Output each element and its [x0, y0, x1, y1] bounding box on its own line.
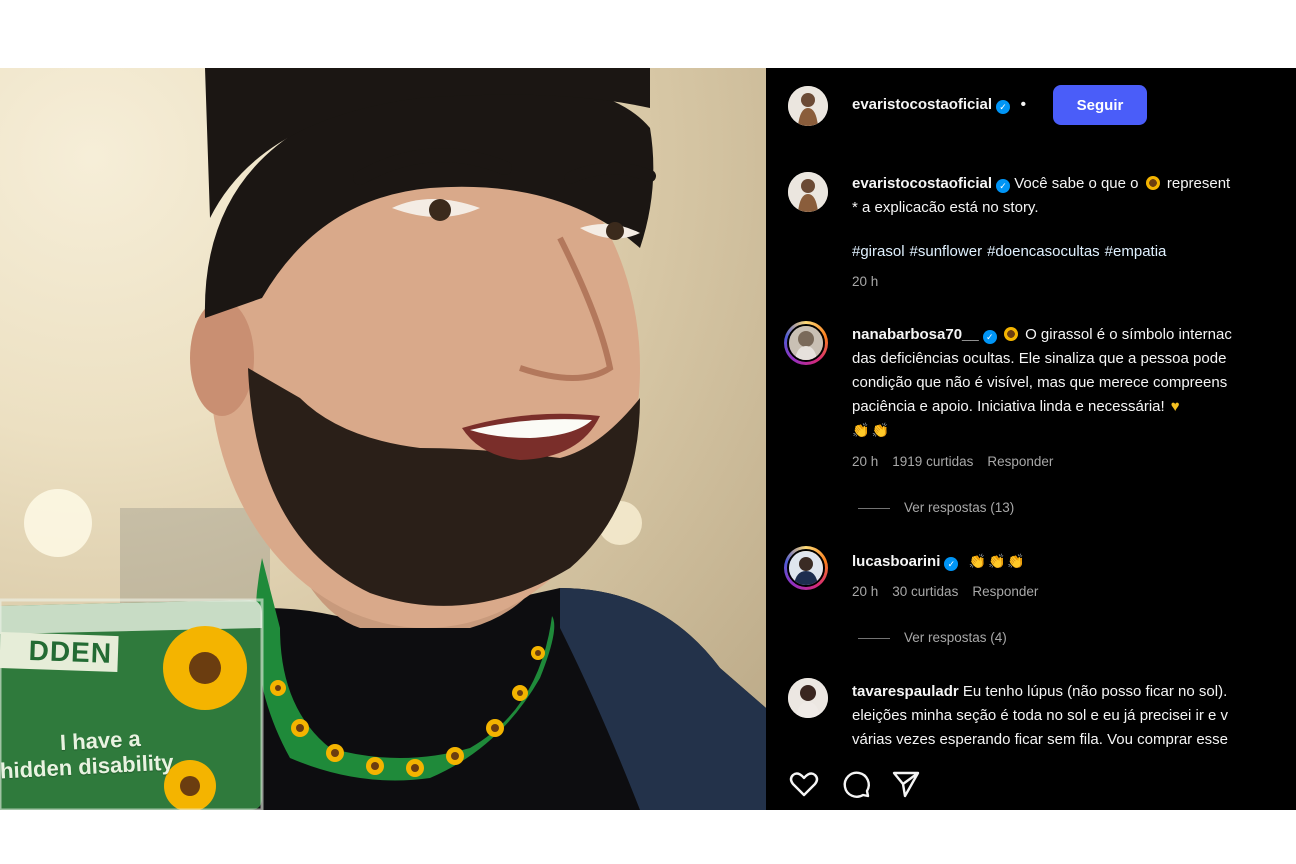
view-replies-label: Ver respostas (13) — [904, 500, 1015, 515]
heart-icon[interactable] — [788, 768, 820, 800]
comment-1-line-4: paciência e apoio. Iniciativa linda e ne… — [852, 395, 1180, 418]
reply-button[interactable]: Responder — [987, 454, 1053, 469]
author-avatar[interactable] — [788, 86, 828, 126]
caption-time: 20 h — [852, 274, 879, 289]
caption-hashtags: #girasol #sunflower #doencasocultas #empati… — [852, 243, 1171, 260]
share-icon[interactable] — [890, 768, 922, 800]
comment-time: 20 h — [852, 454, 879, 469]
reply-button[interactable]: Responder — [972, 584, 1038, 599]
avatar-image — [788, 172, 828, 212]
avatar-image — [789, 551, 823, 585]
follow-button[interactable]: Seguir — [1053, 85, 1147, 125]
header-separator: • — [1020, 96, 1027, 113]
verified-icon: ✓ — [996, 179, 1011, 193]
comment-likes[interactable]: 30 curtidas — [892, 584, 958, 599]
comment-2-line-1: lucasboarini ✓ 👏 👏 👏 — [852, 550, 1027, 573]
caption-line-2: * a explicacão está no story. — [852, 199, 1039, 216]
comment-text: das deficiências ocultas. Ele sinaliza q… — [852, 350, 1227, 367]
sunflower-emoji — [1003, 327, 1018, 341]
comment-text: várias vezes esperando ficar sem fila. V… — [852, 731, 1229, 748]
view-replies-button[interactable]: Ver respostas (4) — [858, 630, 1021, 645]
caption-username[interactable]: evaristocostaoficial — [852, 175, 992, 192]
yellow-heart-emoji: ♥ — [1170, 398, 1180, 415]
avatar-image — [789, 326, 823, 360]
header-username-row: evaristocostaoficial ✓ • — [852, 96, 1026, 114]
post-photo[interactable]: DDEN I have a hidden disability — [0, 68, 766, 810]
comment-2-meta: 20 h 30 curtidas Responder — [852, 584, 1052, 599]
replies-divider — [858, 637, 890, 639]
caption-avatar[interactable] — [788, 172, 828, 212]
comment-text: paciência e apoio. Iniciativa linda e ne… — [852, 398, 1165, 415]
comment-text: O girassol é o símbolo internac — [1025, 326, 1232, 343]
post-side-panel: evaristocostaoficial ✓ • Seguir evaristoc… — [766, 68, 1296, 810]
hashtag-link[interactable]: #sunflower — [910, 243, 983, 260]
clap-emoji: 👏 — [1007, 553, 1025, 569]
hashtag-link[interactable]: #doencasocultas — [987, 243, 1100, 260]
badge-brand-text: DDEN — [0, 631, 119, 673]
comment-username[interactable]: nanabarbosa70__ — [852, 326, 979, 343]
photo-illustration — [0, 68, 766, 810]
hashtag-link[interactable]: #girasol — [852, 243, 905, 260]
clap-emoji: 👏 — [968, 553, 986, 569]
comment-1-meta: 20 h 1919 curtidas Responder — [852, 454, 1067, 469]
sunflower-emoji — [1145, 176, 1160, 190]
instagram-post: DDEN I have a hidden disability evaristo… — [0, 68, 1296, 810]
comment-avatar[interactable] — [788, 678, 828, 718]
verified-icon: ✓ — [982, 330, 997, 344]
comment-3-line-1: tavarespauladr Eu tenho lúpus (não posso… — [852, 680, 1227, 703]
clap-emojis: 👏 👏 — [852, 419, 891, 442]
avatar-image — [788, 86, 828, 126]
caption-text-end: represent — [1166, 175, 1231, 192]
comment-text: eleições minha seção é toda no sol e eu … — [852, 707, 1229, 724]
caption-text-start: Você sabe o que o — [1014, 175, 1139, 192]
header-username[interactable]: evaristocostaoficial — [852, 96, 992, 113]
comment-text: Eu tenho lúpus (não posso ficar no sol). — [962, 683, 1228, 700]
comment-username[interactable]: lucasboarini — [852, 553, 940, 570]
comment-time: 20 h — [852, 584, 879, 599]
clap-emoji: 👏 — [852, 422, 870, 438]
view-replies-label: Ver respostas (4) — [904, 630, 1007, 645]
verified-icon: ✓ — [944, 557, 959, 571]
comment-icon[interactable] — [840, 768, 872, 800]
comment-username[interactable]: tavarespauladr — [852, 683, 959, 700]
verified-icon: ✓ — [996, 100, 1011, 114]
comment-text: condição que não é visível, mas que mere… — [852, 374, 1228, 391]
caption-line-1: evaristocostaoficial ✓ Você sabe o que o … — [852, 172, 1230, 195]
comment-likes[interactable]: 1919 curtidas — [892, 454, 973, 469]
hashtag-link[interactable]: #empatia — [1105, 243, 1167, 260]
clap-emoji: 👏 — [871, 422, 889, 438]
comment-avatar[interactable] — [784, 321, 828, 365]
avatar-image — [788, 678, 828, 718]
comment-1-line-1: nanabarbosa70__ ✓ O girassol é o símbolo … — [852, 323, 1232, 346]
view-replies-button[interactable]: Ver respostas (13) — [858, 500, 1028, 515]
clap-emoji: 👏 — [987, 553, 1006, 569]
replies-divider — [858, 507, 890, 509]
comment-avatar[interactable] — [784, 546, 828, 590]
